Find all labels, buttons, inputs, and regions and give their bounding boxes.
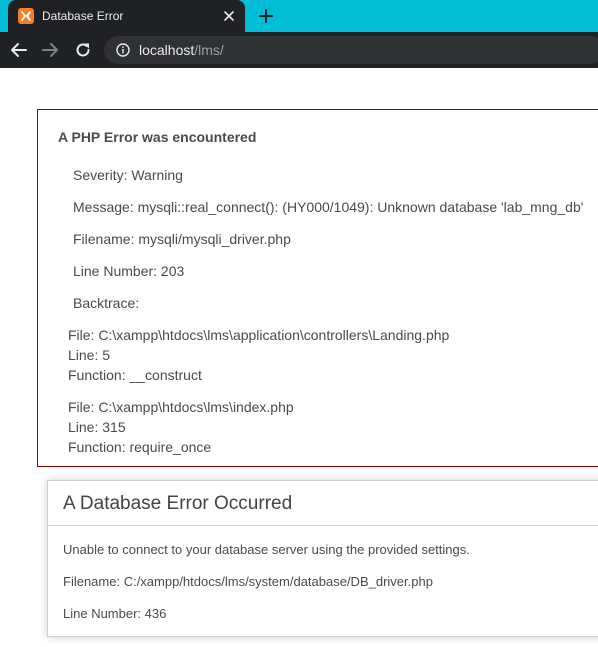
browser-toolbar: localhost/lms/	[0, 32, 598, 68]
backtrace-label: Backtrace:	[73, 295, 140, 311]
tab-title: Database Error	[42, 9, 124, 23]
arrow-left-icon[interactable]	[10, 41, 28, 59]
url-text: localhost/lms/	[139, 42, 224, 58]
url-host: localhost	[139, 42, 195, 58]
message-text: Message: mysqli::real_connect(): (HY000/…	[73, 199, 584, 215]
php-error-heading: A PHP Error was encountered	[58, 129, 257, 145]
database-error-box: A Database Error Occurred Unable to conn…	[47, 480, 598, 637]
divider	[48, 525, 598, 526]
reload-icon[interactable]	[74, 41, 92, 59]
backtrace-function: Function: require_once	[68, 439, 212, 455]
line-number-text: Line Number: 203	[73, 263, 185, 279]
address-bar[interactable]: localhost/lms/	[104, 36, 598, 64]
severity-text: Severity: Warning	[73, 167, 183, 183]
close-icon[interactable]	[221, 8, 237, 24]
database-error-title: A Database Error Occurred	[63, 493, 293, 514]
backtrace-line: Line: 5	[68, 347, 111, 363]
backtrace-file: File: C:\xampp\htdocs\lms\index.php	[68, 399, 294, 415]
arrow-right-icon[interactable]	[41, 41, 59, 59]
backtrace-line: Line: 315	[68, 419, 126, 435]
backtrace-function: Function: __construct	[68, 367, 202, 383]
xampp-favicon-icon	[18, 8, 34, 24]
filename-text: Filename: mysqli/mysqli_driver.php	[73, 231, 291, 247]
php-error-box: A PHP Error was encountered Severity: Wa…	[37, 109, 598, 467]
tab-database-error[interactable]: Database Error	[8, 0, 245, 32]
url-path: /lms/	[194, 42, 224, 58]
database-error-filename: Filename: C:/xampp/htdocs/lms/system/dat…	[63, 574, 433, 589]
plus-icon[interactable]	[256, 6, 276, 26]
tab-strip: Database Error	[0, 0, 598, 32]
info-icon[interactable]	[116, 43, 130, 57]
database-error-line-number: Line Number: 436	[63, 606, 167, 621]
database-error-message: Unable to connect to your database serve…	[63, 542, 470, 557]
backtrace-file: File: C:\xampp\htdocs\lms\application\co…	[68, 327, 450, 343]
